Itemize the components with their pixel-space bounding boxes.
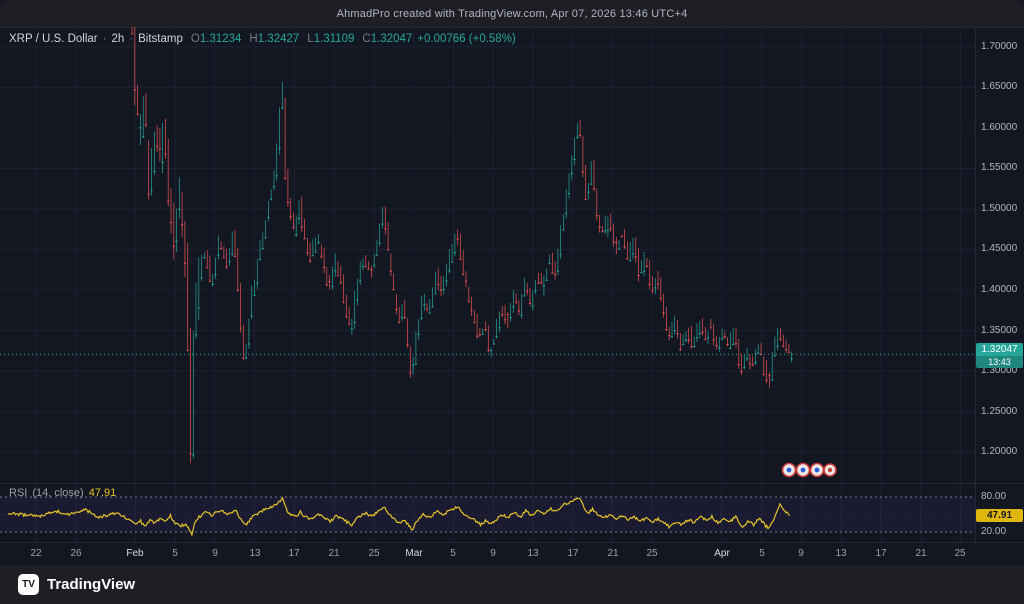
time-tick-label: 26 [70,548,82,559]
price-tick-label: 1.35000 [981,325,1018,336]
price-tick-label: 1.40000 [981,284,1018,295]
sticker-emoji-icon[interactable] [781,461,837,479]
time-tick-label: 25 [368,548,380,559]
high-value: H1.32427 [249,33,300,45]
rsi-lower-band-label: 20.00 [981,526,1007,537]
close-value: C1.32047 [362,33,413,45]
tradingview-logo-icon: TV [18,574,39,595]
open-value: O1.31234 [190,33,242,45]
price-chart-pane[interactable] [0,27,975,483]
symbol-title[interactable]: XRP / U.S. Dollar [9,33,98,45]
time-axis-divider [0,542,1024,543]
price-tick-label: 1.60000 [981,122,1018,133]
exchange-label[interactable]: Bitstamp [138,33,183,45]
rsi-title[interactable]: RSI [9,487,27,499]
rsi-legend[interactable]: RSI (14, close) 47.91 [9,487,116,499]
last-price-value: 1.32047 [981,344,1018,355]
time-tick-label: 25 [954,548,966,559]
time-tick-label: 17 [875,548,887,559]
change-value: +0.00766 (+0.58%) [417,33,516,45]
rsi-pane[interactable] [0,484,975,542]
legend-separator: · [129,33,134,45]
price-tick-label: 1.70000 [981,41,1018,52]
interval-label[interactable]: 2h [111,33,124,45]
legend-separator: · [102,33,107,45]
rsi-params: (14, close) [32,487,84,499]
time-tick-label: Mar [405,548,423,559]
time-tick-label: 13 [527,548,539,559]
rsi-current-value: 47.91 [88,487,117,499]
footer-bar: TV TradingView [0,565,1024,604]
attribution-text: AhmadPro created with TradingView.com, A… [336,7,688,20]
time-tick-label: 17 [567,548,579,559]
time-tick-label: 9 [490,548,496,559]
time-tick-label: 13 [835,548,847,559]
drawing-sticker-group[interactable] [781,461,837,484]
time-tick-label: 21 [328,548,340,559]
last-price-badge: 1.32047 13:43 [976,343,1023,368]
time-tick-label: 21 [915,548,927,559]
tradingview-brand-text: TradingView [47,576,136,593]
price-axis-divider [975,27,976,542]
price-tick-label: 1.65000 [981,81,1018,92]
price-tick-label: 1.20000 [981,446,1018,457]
tradingview-logo[interactable]: TV TradingView [18,574,135,595]
rsi-value-badge: 47.91 [976,509,1023,522]
time-tick-label: 25 [646,548,658,559]
time-tick-label: 9 [212,548,218,559]
time-tick-label: 9 [798,548,804,559]
time-tick-label: 5 [450,548,456,559]
price-tick-label: 1.25000 [981,406,1018,417]
price-tick-label: 1.55000 [981,162,1018,173]
time-tick-label: 5 [172,548,178,559]
rsi-upper-band-label: 80.00 [981,491,1007,502]
time-tick-label: Feb [126,548,144,559]
low-value: L1.31109 [307,33,355,45]
symbol-legend[interactable]: XRP / U.S. Dollar · 2h · Bitstamp O1.312… [9,33,516,45]
bar-countdown: 13:43 [976,356,1023,368]
time-tick-label: 17 [288,548,300,559]
time-tick-label: Apr [714,548,730,559]
tradingview-snapshot: AhmadPro created with TradingView.com, A… [0,0,1024,604]
time-tick-label: 13 [249,548,261,559]
time-tick-label: 22 [30,548,42,559]
price-tick-label: 1.50000 [981,203,1018,214]
price-tick-label: 1.45000 [981,243,1018,254]
time-tick-label: 21 [607,548,619,559]
time-tick-label: 5 [759,548,765,559]
attribution-bar: AhmadPro created with TradingView.com, A… [0,0,1024,27]
